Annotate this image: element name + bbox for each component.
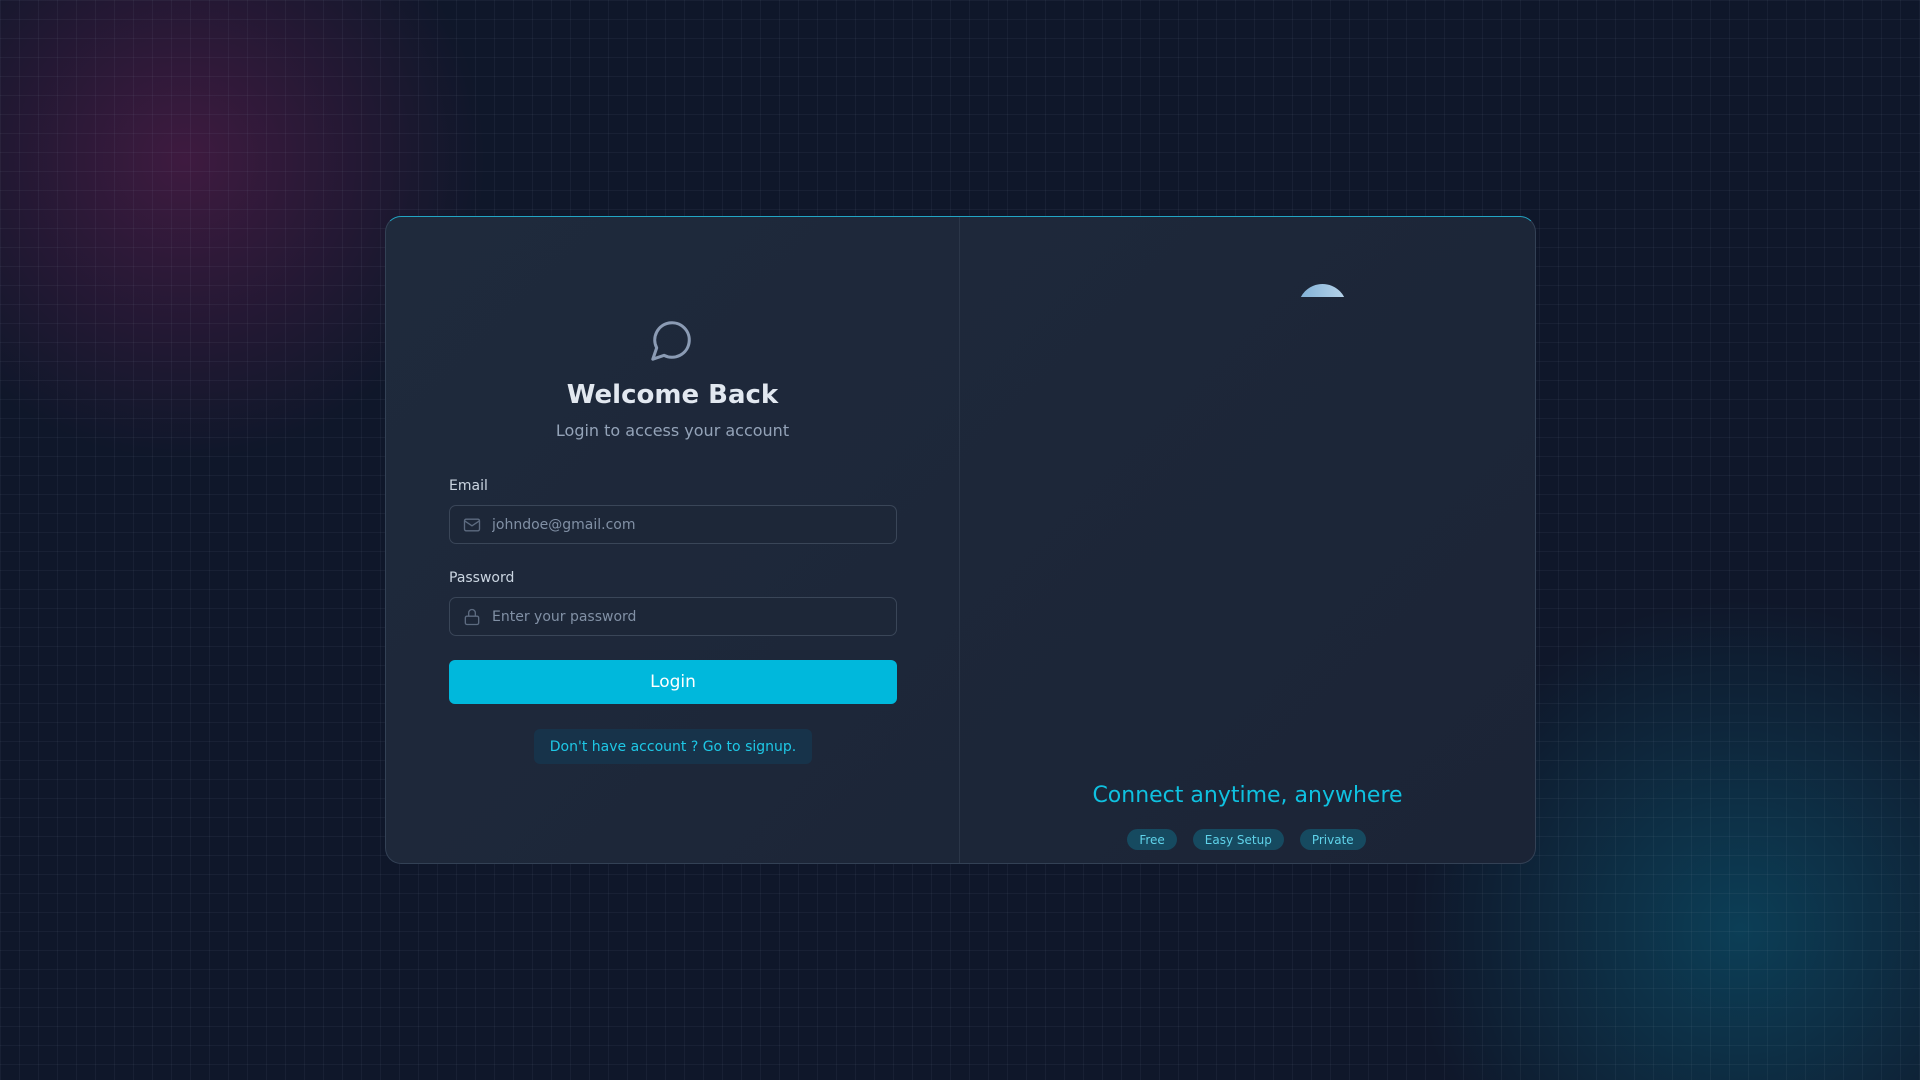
login-card: Welcome Back Login to access your accoun… [385, 216, 1536, 864]
login-button[interactable]: Login [449, 660, 897, 704]
email-label: Email [449, 478, 488, 494]
badge-private: Private [1299, 829, 1366, 850]
password-label: Password [449, 570, 515, 586]
badge-easy-setup: Easy Setup [1192, 829, 1284, 850]
badge-free: Free [1127, 829, 1177, 850]
email-input[interactable] [492, 516, 896, 533]
promo-tagline: Connect anytime, anywhere [1092, 783, 1403, 808]
password-field[interactable] [449, 597, 897, 636]
chat-bubble-icon [651, 321, 691, 361]
lock-icon [464, 608, 480, 625]
feature-badges: Free Easy Setup Private [960, 829, 1535, 850]
login-panel: Welcome Back Login to access your accoun… [386, 217, 960, 863]
password-input[interactable] [492, 608, 896, 625]
illustration-moon [1298, 284, 1347, 297]
mail-icon [463, 518, 481, 531]
page-subtitle: Login to access your account [555, 421, 790, 440]
promo-panel: Connect anytime, anywhere Free Easy Setu… [960, 217, 1535, 863]
signup-link[interactable]: Don't have account ? Go to signup. [534, 729, 812, 764]
email-field[interactable] [449, 505, 897, 544]
page-title: Welcome Back [566, 380, 779, 410]
